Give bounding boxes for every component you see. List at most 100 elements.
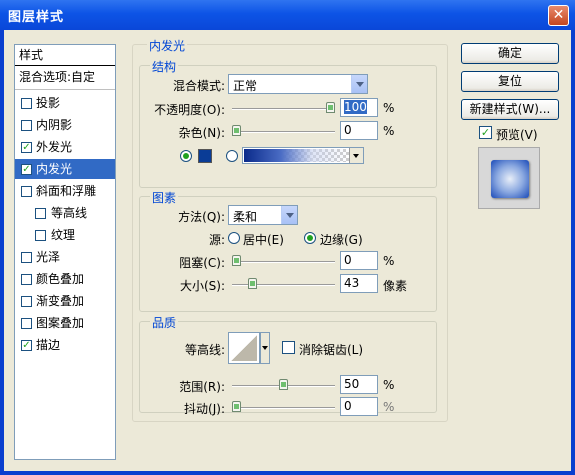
slider-thumb[interactable] bbox=[232, 401, 241, 412]
style-list-item[interactable]: 斜面和浮雕 bbox=[15, 181, 115, 201]
style-list-label: 图案叠加 bbox=[36, 316, 85, 330]
antialias-label[interactable]: 消除锯齿(L) bbox=[299, 341, 363, 358]
source-edge-label[interactable]: 边缘(G) bbox=[320, 231, 363, 248]
chevron-down-icon[interactable] bbox=[260, 332, 270, 364]
size-slider[interactable] bbox=[232, 278, 335, 290]
noise-label: 杂色(N): bbox=[178, 126, 225, 140]
size-input[interactable]: 43 bbox=[340, 274, 378, 293]
slider-thumb[interactable] bbox=[232, 255, 241, 266]
inner-glow-group: 内发光 结构 混合模式: 正常 不透明度(O): 100 % 杂色(N): 0 … bbox=[132, 37, 448, 422]
choke-percent: % bbox=[383, 254, 395, 268]
glow-color-swatch[interactable] bbox=[198, 149, 212, 163]
style-list-label: 渐变叠加 bbox=[36, 294, 85, 308]
close-button[interactable]: ✕ bbox=[548, 5, 569, 26]
layer-style-dialog: 图层样式 ✕ 样式 混合选项:自定 投影内阴影 ✓ 外发光 ✓ 内发光斜面和浮雕等高线纹… bbox=[0, 0, 575, 475]
style-list-item[interactable]: 纹理 bbox=[15, 225, 115, 245]
choke-input[interactable]: 0 bbox=[340, 251, 378, 270]
chevron-down-icon bbox=[351, 75, 367, 93]
style-list-header[interactable]: 样式 bbox=[15, 45, 115, 66]
structure-title: 结构 bbox=[150, 58, 179, 75]
gradient-radio[interactable] bbox=[226, 150, 238, 162]
jitter-slider[interactable] bbox=[232, 401, 335, 413]
blend-mode-label: 混合模式: bbox=[172, 79, 225, 93]
chevron-down-icon bbox=[281, 206, 297, 224]
style-list-label: 斜面和浮雕 bbox=[36, 184, 97, 198]
style-list-label: 光泽 bbox=[36, 250, 61, 264]
preview-checkbox[interactable]: ✓ bbox=[479, 126, 492, 139]
list-divider bbox=[15, 89, 115, 90]
style-checkbox[interactable] bbox=[35, 230, 46, 241]
style-list-item[interactable]: 颜色叠加 bbox=[15, 269, 115, 289]
slider-thumb[interactable] bbox=[248, 278, 257, 289]
style-checkbox[interactable]: ✓ bbox=[21, 164, 32, 175]
slider-thumb[interactable] bbox=[326, 102, 335, 113]
slider-thumb[interactable] bbox=[279, 379, 288, 390]
style-checkbox[interactable] bbox=[21, 98, 32, 109]
chevron-down-icon[interactable] bbox=[349, 148, 363, 163]
style-list-label: 内阴影 bbox=[36, 118, 73, 132]
slider-track bbox=[232, 261, 335, 263]
slider-track bbox=[232, 131, 335, 133]
gradient-picker[interactable] bbox=[242, 147, 364, 164]
style-list-item[interactable]: 光泽 bbox=[15, 247, 115, 267]
slider-thumb[interactable] bbox=[232, 125, 241, 136]
style-list-item[interactable]: ✓ 内发光 bbox=[15, 159, 115, 179]
preview-swatch bbox=[491, 160, 529, 198]
style-list-label: 内发光 bbox=[36, 162, 73, 176]
choke-slider[interactable] bbox=[232, 255, 335, 267]
style-checkbox[interactable]: ✓ bbox=[21, 340, 32, 351]
elements-group: 图素 方法(Q): 柔和 源: 居中(E) 边缘(G) 阻塞(C): 0 % 大… bbox=[139, 189, 437, 312]
slider-track bbox=[232, 407, 335, 409]
reset-button[interactable]: 复位 bbox=[461, 71, 559, 92]
source-center-label[interactable]: 居中(E) bbox=[243, 231, 284, 248]
blend-mode-select[interactable]: 正常 bbox=[228, 74, 368, 94]
style-list-item[interactable]: ✓ 描边 bbox=[15, 335, 115, 355]
style-list-label: 外发光 bbox=[36, 140, 73, 154]
jitter-input[interactable]: 0 bbox=[340, 397, 378, 416]
style-list-item[interactable]: 等高线 bbox=[15, 203, 115, 223]
opacity-percent: % bbox=[383, 101, 395, 115]
style-list-label: 等高线 bbox=[51, 206, 88, 220]
dialog-client: 样式 混合选项:自定 投影内阴影 ✓ 外发光 ✓ 内发光斜面和浮雕等高线纹理光泽颜色叠加… bbox=[4, 30, 571, 471]
style-checkbox[interactable]: ✓ bbox=[21, 142, 32, 153]
style-list-item[interactable]: 渐变叠加 bbox=[15, 291, 115, 311]
method-label: 方法(Q): bbox=[178, 210, 225, 224]
noise-slider[interactable] bbox=[232, 125, 335, 137]
style-checkbox[interactable] bbox=[35, 208, 46, 219]
slider-track bbox=[232, 108, 335, 110]
style-list-item[interactable]: 内阴影 bbox=[15, 115, 115, 135]
range-input[interactable]: 50 bbox=[340, 375, 378, 394]
preview-label[interactable]: 预览(V) bbox=[496, 126, 538, 143]
opacity-slider[interactable] bbox=[232, 102, 335, 114]
title-bar[interactable]: 图层样式 ✕ bbox=[0, 0, 575, 30]
source-edge-radio[interactable] bbox=[304, 232, 316, 244]
style-checkbox[interactable] bbox=[21, 318, 32, 329]
blending-options-item[interactable]: 混合选项:自定 bbox=[15, 67, 115, 87]
range-slider[interactable] bbox=[232, 379, 335, 391]
size-unit: 像素 bbox=[383, 279, 408, 293]
style-checkbox[interactable] bbox=[21, 120, 32, 131]
contour-preview bbox=[231, 335, 257, 361]
style-list-item[interactable]: ✓ 外发光 bbox=[15, 137, 115, 157]
style-checkbox[interactable] bbox=[21, 186, 32, 197]
solid-color-radio[interactable] bbox=[180, 150, 192, 162]
style-list-item[interactable]: 投影 bbox=[15, 93, 115, 113]
new-style-button[interactable]: 新建样式(W)... bbox=[461, 99, 559, 120]
style-checkbox[interactable] bbox=[21, 296, 32, 307]
noise-input[interactable]: 0 bbox=[340, 121, 378, 140]
quality-title: 品质 bbox=[150, 314, 179, 331]
source-center-radio[interactable] bbox=[228, 232, 240, 244]
style-list-item[interactable]: 图案叠加 bbox=[15, 313, 115, 333]
opacity-input[interactable]: 100 bbox=[340, 98, 378, 117]
inner-glow-title: 内发光 bbox=[147, 37, 188, 54]
antialias-checkbox[interactable] bbox=[282, 341, 295, 354]
style-checkbox[interactable] bbox=[21, 252, 32, 263]
window-title: 图层样式 bbox=[8, 10, 65, 25]
contour-label: 等高线: bbox=[184, 343, 225, 357]
style-preview bbox=[478, 147, 540, 209]
ok-button[interactable]: 确定 bbox=[461, 43, 559, 64]
close-icon: ✕ bbox=[552, 7, 565, 23]
method-select[interactable]: 柔和 bbox=[228, 205, 298, 225]
style-checkbox[interactable] bbox=[21, 274, 32, 285]
contour-picker[interactable] bbox=[228, 332, 270, 364]
